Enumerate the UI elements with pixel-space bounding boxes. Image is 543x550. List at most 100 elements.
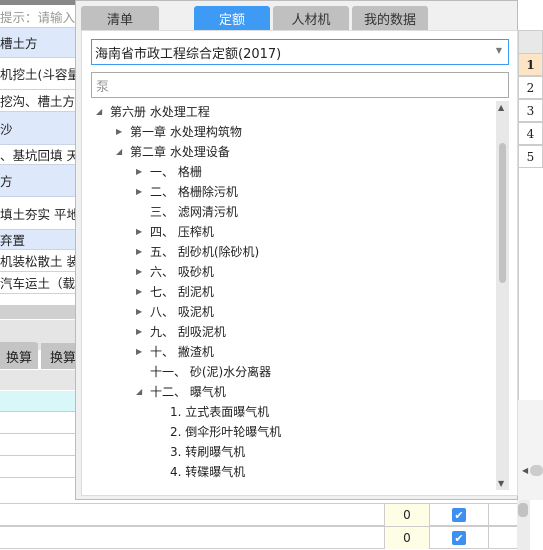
row-number[interactable]: 2 <box>518 76 543 99</box>
tree-scrollbar[interactable]: ▲ ▼ <box>496 101 509 490</box>
scroll-thumb[interactable] <box>499 143 506 283</box>
left-list-item[interactable]: 弃置 <box>0 230 76 250</box>
checkbox[interactable]: ✔ <box>452 531 466 545</box>
scroll-left-icon[interactable]: ◀ <box>522 466 528 475</box>
tree-node[interactable]: ▶ 四、 压榨机 <box>136 221 214 241</box>
tree-node[interactable]: ◢ 第二章 水处理设备 <box>116 141 230 161</box>
tab-3[interactable]: 我的数据 <box>352 6 428 31</box>
tree-node[interactable]: ▶ 一、 格栅 <box>136 161 202 181</box>
expanded-arrow-icon[interactable]: ◢ <box>116 147 128 156</box>
tree-node-label: 十二、 曝气机 <box>150 384 226 399</box>
grid-row[interactable]: 0 ✔ <box>0 526 517 549</box>
tree-node-label: 3. 转刷曝气机 <box>170 444 246 459</box>
left-list-item[interactable]: 机挖土(斗容量( <box>0 58 76 90</box>
tree-node-label: 六、 吸砂机 <box>150 264 214 279</box>
row-number[interactable]: 5 <box>518 145 543 168</box>
left-list-item[interactable]: 方 <box>0 165 76 197</box>
tree-node[interactable]: 3. 转刷曝气机 <box>156 441 245 461</box>
tree-node-label: 第一章 水处理构筑物 <box>130 124 242 139</box>
tree-node-label: 第六册 水处理工程 <box>110 104 210 119</box>
left-list-item[interactable]: 填土夯实 平地 <box>0 197 76 230</box>
collapsed-arrow-icon[interactable]: ▶ <box>136 267 148 276</box>
collapsed-arrow-icon[interactable]: ▶ <box>136 227 148 236</box>
tree-node-label: 五、 刮砂机(除砂机) <box>150 244 260 259</box>
tree-node-label: 2. 倒伞形叶轮曝气机 <box>170 424 282 439</box>
grid-row[interactable]: 0 ✔ <box>0 503 517 526</box>
tab-2[interactable]: 人材机 <box>273 6 349 31</box>
tree-node-label: 十、 撇渣机 <box>150 344 214 359</box>
tab-conversion-1[interactable]: 换算 <box>0 343 38 369</box>
collapsed-arrow-icon[interactable]: ▶ <box>136 247 148 256</box>
checkbox[interactable]: ✔ <box>452 508 466 522</box>
collapsed-arrow-icon[interactable]: ▶ <box>136 167 148 176</box>
tree-node[interactable]: 三、 滤网清污机 <box>136 201 238 221</box>
tab-conversion-2[interactable]: 换算 <box>41 343 76 369</box>
collapsed-arrow-icon[interactable]: ▶ <box>136 287 148 296</box>
tree-node[interactable]: ▶ 六、 吸砂机 <box>136 261 214 281</box>
collapsed-arrow-icon[interactable]: ▶ <box>136 347 148 356</box>
expanded-arrow-icon[interactable]: ◢ <box>136 387 148 396</box>
tree-node-label: 二、 格栅除污机 <box>150 184 238 199</box>
quota-select[interactable]: 海南省市政工程综合定额(2017) ▼ <box>91 39 509 65</box>
tree-node[interactable]: 2. 倒伞形叶轮曝气机 <box>156 421 281 441</box>
left-list-item[interactable]: 挖沟、槽土方 - <box>0 90 76 112</box>
tree-node[interactable]: ◢ 十二、 曝气机 <box>136 381 226 401</box>
tree-node[interactable]: 十一、 砂(泥)水分离器 <box>136 361 271 381</box>
tree-node-label: 1. 立式表面曝气机 <box>170 404 270 419</box>
search-input[interactable]: 泵 <box>91 72 509 98</box>
quota-library-popup: 清单 定额 人材机 我的数据 海南省市政工程综合定额(2017) ▼ 泵 ◢ 第六册 水… <box>75 0 518 500</box>
tab-0[interactable]: 清单 <box>81 6 159 31</box>
scroll-thumb[interactable] <box>530 465 543 476</box>
tree-node-label: 四、 压榨机 <box>150 224 214 239</box>
grid-row[interactable] <box>0 412 76 434</box>
row-number[interactable]: 3 <box>518 99 543 122</box>
tree-node-label: 一、 格栅 <box>150 164 202 179</box>
tree-node[interactable]: 4. 转碟曝气机 <box>156 461 245 481</box>
left-list-item[interactable]: 沙 <box>0 112 76 145</box>
grid-row[interactable] <box>0 391 76 412</box>
tree-node[interactable]: ▶ 八、 吸泥机 <box>136 301 214 321</box>
tree-node[interactable]: ▶ 第一章 水处理构筑物 <box>116 121 242 141</box>
scroll-up-icon[interactable]: ▲ <box>498 103 504 112</box>
tree-node-label: 第二章 水处理设备 <box>130 144 230 159</box>
tree-node[interactable]: ▶ 十、 撇渣机 <box>136 341 214 361</box>
splitter[interactable] <box>0 305 76 319</box>
left-hint[interactable]: 提示：请输入子 <box>0 5 76 28</box>
grid-row[interactable] <box>0 434 76 456</box>
popup-content: 海南省市政工程综合定额(2017) ▼ 泵 ◢ 第六册 水处理工程 ▶ 第一章 水处理… <box>81 30 518 496</box>
bottom-scrollbar[interactable] <box>517 500 530 550</box>
collapsed-arrow-icon[interactable]: ▶ <box>136 327 148 336</box>
tree-node-label: 八、 吸泥机 <box>150 304 214 319</box>
left-list-item[interactable]: 机装松散土 装: <box>0 250 76 272</box>
tree-node[interactable]: ▶ 五、 刮砂机(除砂机) <box>136 241 259 261</box>
grid-row[interactable] <box>0 456 76 478</box>
expanded-arrow-icon[interactable]: ◢ <box>96 107 108 116</box>
collapsed-arrow-icon[interactable]: ▶ <box>136 187 148 196</box>
scroll-thumb[interactable] <box>518 503 528 517</box>
tree-node[interactable]: ▶ 九、 刮吸泥机 <box>136 321 226 341</box>
chevron-down-icon[interactable]: ▼ <box>496 46 502 55</box>
value-cell[interactable]: 0 <box>384 504 430 526</box>
checkbox-cell: ✔ <box>430 527 489 549</box>
tree-node[interactable]: ▶ 二、 格栅除污机 <box>136 181 238 201</box>
tree-node[interactable]: 1. 立式表面曝气机 <box>156 401 269 421</box>
grid-corner <box>518 30 543 54</box>
tree-node-label: 十一、 砂(泥)水分离器 <box>150 364 272 379</box>
value-cell[interactable]: 0 <box>384 527 430 549</box>
quota-select-value: 海南省市政工程综合定额(2017) <box>95 46 282 62</box>
collapsed-arrow-icon[interactable]: ▶ <box>116 127 128 136</box>
tab-1[interactable]: 定额 <box>194 6 270 31</box>
tree-node[interactable]: ▶ 七、 刮泥机 <box>136 281 214 301</box>
row-number[interactable]: 1 <box>518 53 543 76</box>
collapsed-arrow-icon[interactable]: ▶ <box>136 307 148 316</box>
bottom-grid: 0 ✔ 0 ✔ <box>0 500 530 550</box>
left-list-item[interactable]: 汽车运土（载重 <box>0 272 76 294</box>
scroll-down-icon[interactable]: ▼ <box>498 479 504 488</box>
left-list-item[interactable]: 、基坑回填 天: <box>0 145 76 165</box>
right-hscroll[interactable]: ◀ <box>518 400 543 500</box>
tree-node[interactable]: ◢ 第六册 水处理工程 <box>96 101 210 121</box>
left-list-item[interactable]: 槽土方 <box>0 28 76 58</box>
row-number[interactable]: 4 <box>518 122 543 145</box>
grid-header <box>0 370 76 390</box>
tree-node-label: 4. 转碟曝气机 <box>170 464 246 479</box>
